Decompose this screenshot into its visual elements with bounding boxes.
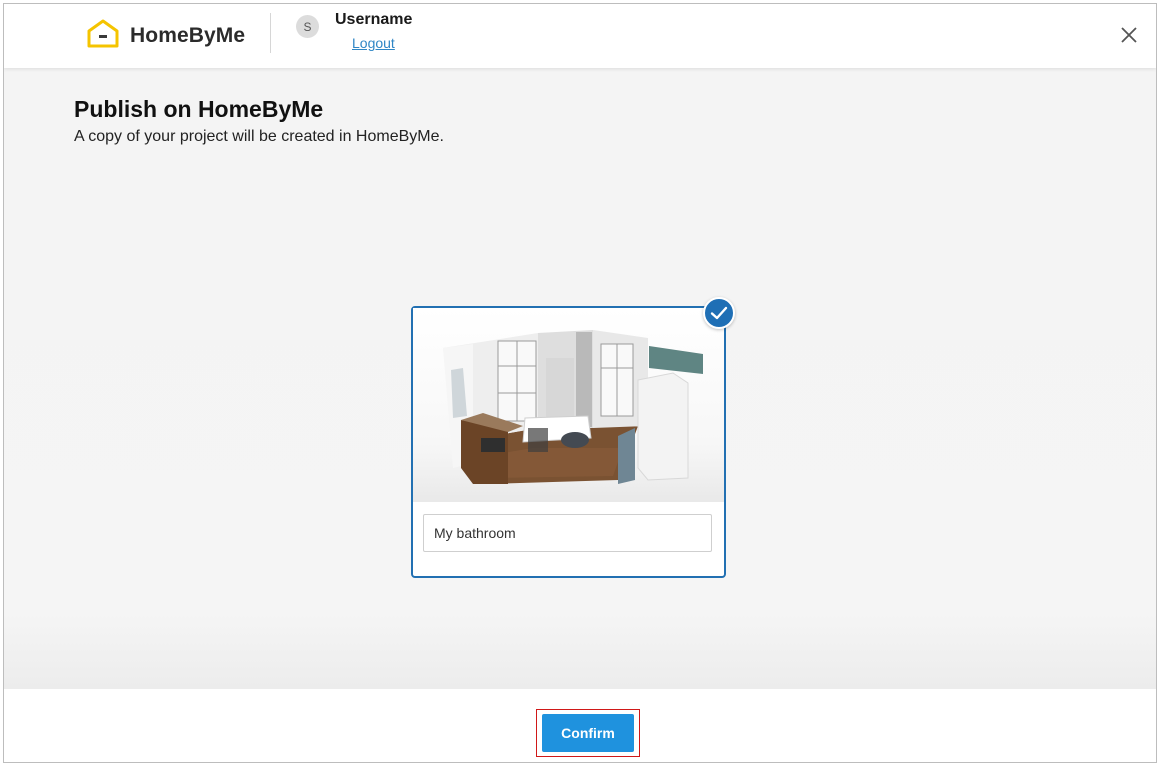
footer-bar: Confirm xyxy=(4,689,1156,762)
project-name-input[interactable] xyxy=(423,514,712,552)
project-card[interactable] xyxy=(411,306,726,578)
bathroom-render-image xyxy=(443,330,703,484)
confirm-button[interactable]: Confirm xyxy=(542,714,634,752)
avatar[interactable]: S xyxy=(296,15,319,38)
page-title: Publish on HomeByMe xyxy=(74,96,324,122)
logout-link[interactable]: Logout xyxy=(352,35,395,51)
header-bar: HomeByMe S Username Logout xyxy=(4,4,1156,68)
close-button[interactable] xyxy=(1118,24,1140,46)
house-logo-icon xyxy=(87,19,119,48)
header-divider xyxy=(270,13,271,53)
username-label: Username xyxy=(335,11,413,28)
page-subtitle: A copy of your project will be created i… xyxy=(74,128,444,145)
brand-name: HomeByMe xyxy=(130,24,246,47)
project-thumbnail xyxy=(413,308,724,502)
checkmark-icon xyxy=(710,306,728,320)
brand-logo: HomeByMe xyxy=(86,18,245,48)
selected-check-badge xyxy=(703,297,735,329)
dialog-window: HomeByMe S Username Logout Publish on Ho… xyxy=(3,3,1157,763)
close-icon xyxy=(1121,27,1137,43)
main-content: Publish on HomeByMe A copy of your proje… xyxy=(4,68,1156,689)
